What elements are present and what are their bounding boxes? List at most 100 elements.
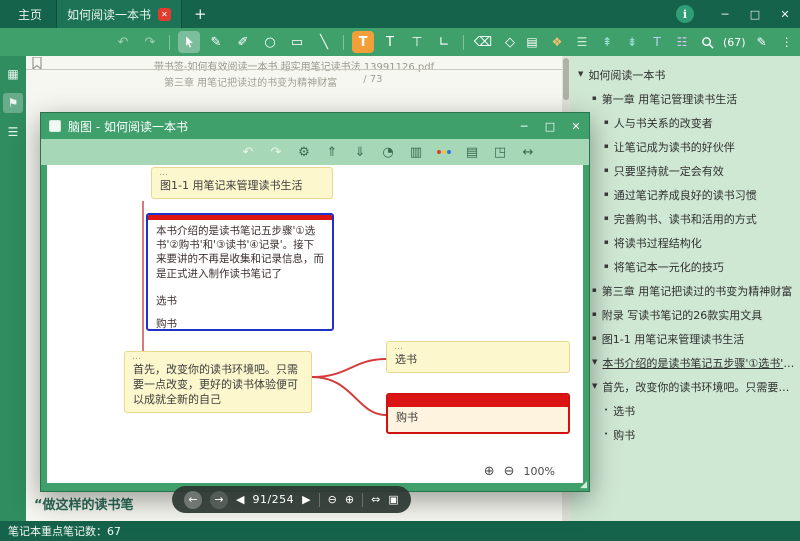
select-tool-button[interactable] — [178, 31, 200, 53]
mindmap-export-button[interactable]: ⇑ — [323, 143, 341, 161]
page-down-icon[interactable]: ⇟ — [621, 31, 643, 53]
ink-eraser-tool-button[interactable]: ⌫ — [472, 31, 494, 53]
mindmap-undo-button[interactable]: ↶ — [239, 143, 257, 161]
minimize-button[interactable]: ─ — [710, 0, 740, 28]
thumbnails-icon[interactable]: ▦ — [3, 64, 23, 84]
outline-list-icon[interactable]: ☰ — [3, 122, 23, 142]
mindmap-icon[interactable]: ❖ — [546, 31, 568, 53]
zoom-in-button[interactable]: ⊕ — [345, 493, 354, 506]
expand-arrow-icon[interactable]: ▼ — [592, 358, 597, 366]
line-tool-button[interactable]: ╲ — [313, 31, 335, 53]
back-button[interactable]: ← — [184, 491, 202, 509]
mindmap-zoom-out-button[interactable]: ⊖ — [504, 464, 515, 479]
mindmap-node-buy[interactable]: 购书 — [386, 393, 570, 434]
mindmap-node-figure[interactable]: … 图1-1 用笔记来管理读书生活 — [151, 167, 333, 199]
home-tab[interactable]: 主页 — [0, 6, 56, 23]
rectangle-tool-button[interactable]: ▭ — [286, 31, 308, 53]
text-tool-button[interactable]: T — [379, 31, 401, 53]
outline-item[interactable]: ▪完善购书、读书和活用的方式 — [604, 207, 796, 231]
node-child-pick[interactable]: 选书 — [148, 293, 332, 308]
expand-arrow-icon[interactable]: ▼ — [578, 70, 583, 78]
outline-item-selected[interactable]: ▼本书介绍的是读书笔记五步骤'①选书'② 读… — [592, 351, 796, 375]
mindmap-node-pick[interactable]: … 选书 — [386, 341, 570, 373]
next-page-button[interactable]: ▶ — [302, 493, 310, 506]
tab-close-button[interactable]: ✕ — [158, 8, 171, 21]
node-ellipsis: … — [152, 168, 332, 178]
prev-page-button[interactable]: ◀ — [236, 493, 244, 506]
text-box-tool-button[interactable]: ⊤ — [406, 31, 428, 53]
ellipse-tool-button[interactable]: ○ — [259, 31, 281, 53]
outline-item[interactable]: ▪图1-1 用笔记来管理读书生活 — [592, 327, 796, 351]
mindmap-maximize-button[interactable]: □ — [537, 113, 563, 139]
bullet-icon: ▪ — [604, 118, 609, 126]
more-icon[interactable]: ⋮ — [776, 31, 798, 53]
info-button[interactable]: i — [676, 5, 694, 23]
mindmap-theme-button[interactable] — [435, 143, 453, 161]
outline-item[interactable]: ▪第三章 用笔记把读过的书变为精神财富 — [592, 279, 796, 303]
reading-mode-icon[interactable]: ▤ — [521, 31, 543, 53]
mindmap-history-button[interactable]: ◔ — [379, 143, 397, 161]
outline-item[interactable]: ▪第一章 用笔记管理读书生活 — [592, 87, 796, 111]
fit-width-button[interactable]: ⇔ — [371, 493, 380, 506]
node-child-buy[interactable]: 购书 — [148, 316, 332, 331]
document-tab[interactable]: 如何阅读一本书 ✕ — [56, 0, 182, 28]
mindmap-board-button[interactable]: ▤ — [463, 143, 481, 161]
pdf-body-text: “做这样的读书笔 — [34, 494, 134, 513]
mindmap-minimize-button[interactable]: ─ — [511, 113, 537, 139]
outline-item[interactable]: ▪通过笔记养成良好的读书习惯 — [604, 183, 796, 207]
highlighter-tool-button[interactable]: ✐ — [232, 31, 254, 53]
mindmap-import-button[interactable]: ⇓ — [351, 143, 369, 161]
pen-tool-button[interactable]: ✎ — [205, 31, 227, 53]
mindmap-settings-button[interactable]: ⚙ — [295, 143, 313, 161]
outline-item[interactable]: ▪将笔记本一元化的技巧 — [604, 255, 796, 279]
text-select-icon[interactable]: T — [646, 31, 668, 53]
outline-item[interactable]: •选书 — [604, 399, 796, 423]
bullet-icon: ▪ — [604, 190, 609, 198]
expand-arrow-icon[interactable]: ▼ — [592, 382, 597, 390]
eraser-tool-button[interactable]: ◇ — [499, 31, 521, 53]
mindmap-layout-button[interactable]: ▥ — [407, 143, 425, 161]
outline-item[interactable]: ▪只要坚持就一定会有效 — [604, 159, 796, 183]
bullet-icon: • — [604, 406, 608, 414]
annotate-icon[interactable]: ✎ — [751, 31, 773, 53]
outline-item[interactable]: ▼首先，改变你的读书环境吧。只需要一点… — [592, 375, 796, 399]
annotation-toolbar: ↶ ↷ ✎ ✐ ○ ▭ ╲ T T ⊤ ∟ ⌫ ◇ ▤ ❖ ☰ ⇞ ⇟ T — [0, 28, 800, 56]
mindmap-canvas[interactable]: … 图1-1 用笔记来管理读书生活 本书介绍的是读书笔记五步骤'①选书'②购书'… — [47, 165, 583, 483]
outline-item[interactable]: ▪将读书过程结构化 — [604, 231, 796, 255]
outline-item[interactable]: ▪让笔记成为读书的好伙伴 — [604, 135, 796, 159]
page-up-icon[interactable]: ⇞ — [596, 31, 618, 53]
mindmap-window[interactable]: 脑图 - 如何阅读一本书 ─ □ ✕ ↶ ↷ ⚙ ⇑ ⇓ ◔ ▥ ▤ ◳ ↔ — [40, 112, 590, 492]
bookmark-ribbon-icon[interactable] — [32, 57, 42, 73]
mindmap-fullscreen-button[interactable]: ◳ — [491, 143, 509, 161]
outline-item[interactable]: ▼如何阅读一本书 — [578, 63, 796, 87]
mindmap-node-first[interactable]: … 首先，改变你的读书环境吧。只需要一点改变，更好的读书体验便可以成就全新的自己 — [124, 351, 312, 413]
outline-item[interactable]: •购书 — [604, 423, 796, 447]
redo-button[interactable]: ↷ — [139, 31, 161, 53]
fit-page-button[interactable]: ▣ — [388, 493, 398, 506]
mindmap-node-note[interactable]: 本书介绍的是读书笔记五步骤'①选书'②购书'和'③读书'④记录'。接下来要讲的不… — [146, 213, 334, 331]
bullet-icon: ▪ — [604, 238, 609, 246]
text-highlight-tool-button[interactable]: T — [352, 31, 374, 53]
maximize-button[interactable]: □ — [740, 0, 770, 28]
measure-tool-button[interactable]: ∟ — [433, 31, 455, 53]
mindmap-titlebar[interactable]: 脑图 - 如何阅读一本书 ─ □ ✕ — [41, 113, 589, 139]
bookmarks-icon[interactable]: ⚑ — [3, 93, 23, 113]
scrollbar-thumb[interactable] — [563, 58, 569, 100]
outline-item[interactable]: ▪附录 写读书笔记的26款实用文具 — [592, 303, 796, 327]
outline-icon[interactable]: ☰ — [571, 31, 593, 53]
mindmap-close-button[interactable]: ✕ — [563, 113, 589, 139]
bullet-icon: ▪ — [604, 214, 609, 222]
resize-grip[interactable]: ◢ — [580, 480, 587, 490]
tab-bar: 主页 如何阅读一本书 ✕ + i ─ □ ✕ — [0, 0, 800, 28]
forward-button[interactable]: → — [210, 491, 228, 509]
close-button[interactable]: ✕ — [770, 0, 800, 28]
outline-item[interactable]: ▪人与书关系的改变者 — [604, 111, 796, 135]
mindmap-redo-button[interactable]: ↷ — [267, 143, 285, 161]
note-list-icon[interactable]: ☷ — [671, 31, 693, 53]
search-icon[interactable] — [696, 31, 718, 53]
mindmap-zoom-in-button[interactable]: ⊕ — [484, 464, 495, 479]
zoom-out-button[interactable]: ⊖ — [328, 493, 337, 506]
mindmap-fit-button[interactable]: ↔ — [519, 143, 537, 161]
new-tab-button[interactable]: + — [182, 5, 219, 23]
undo-button[interactable]: ↶ — [112, 31, 134, 53]
